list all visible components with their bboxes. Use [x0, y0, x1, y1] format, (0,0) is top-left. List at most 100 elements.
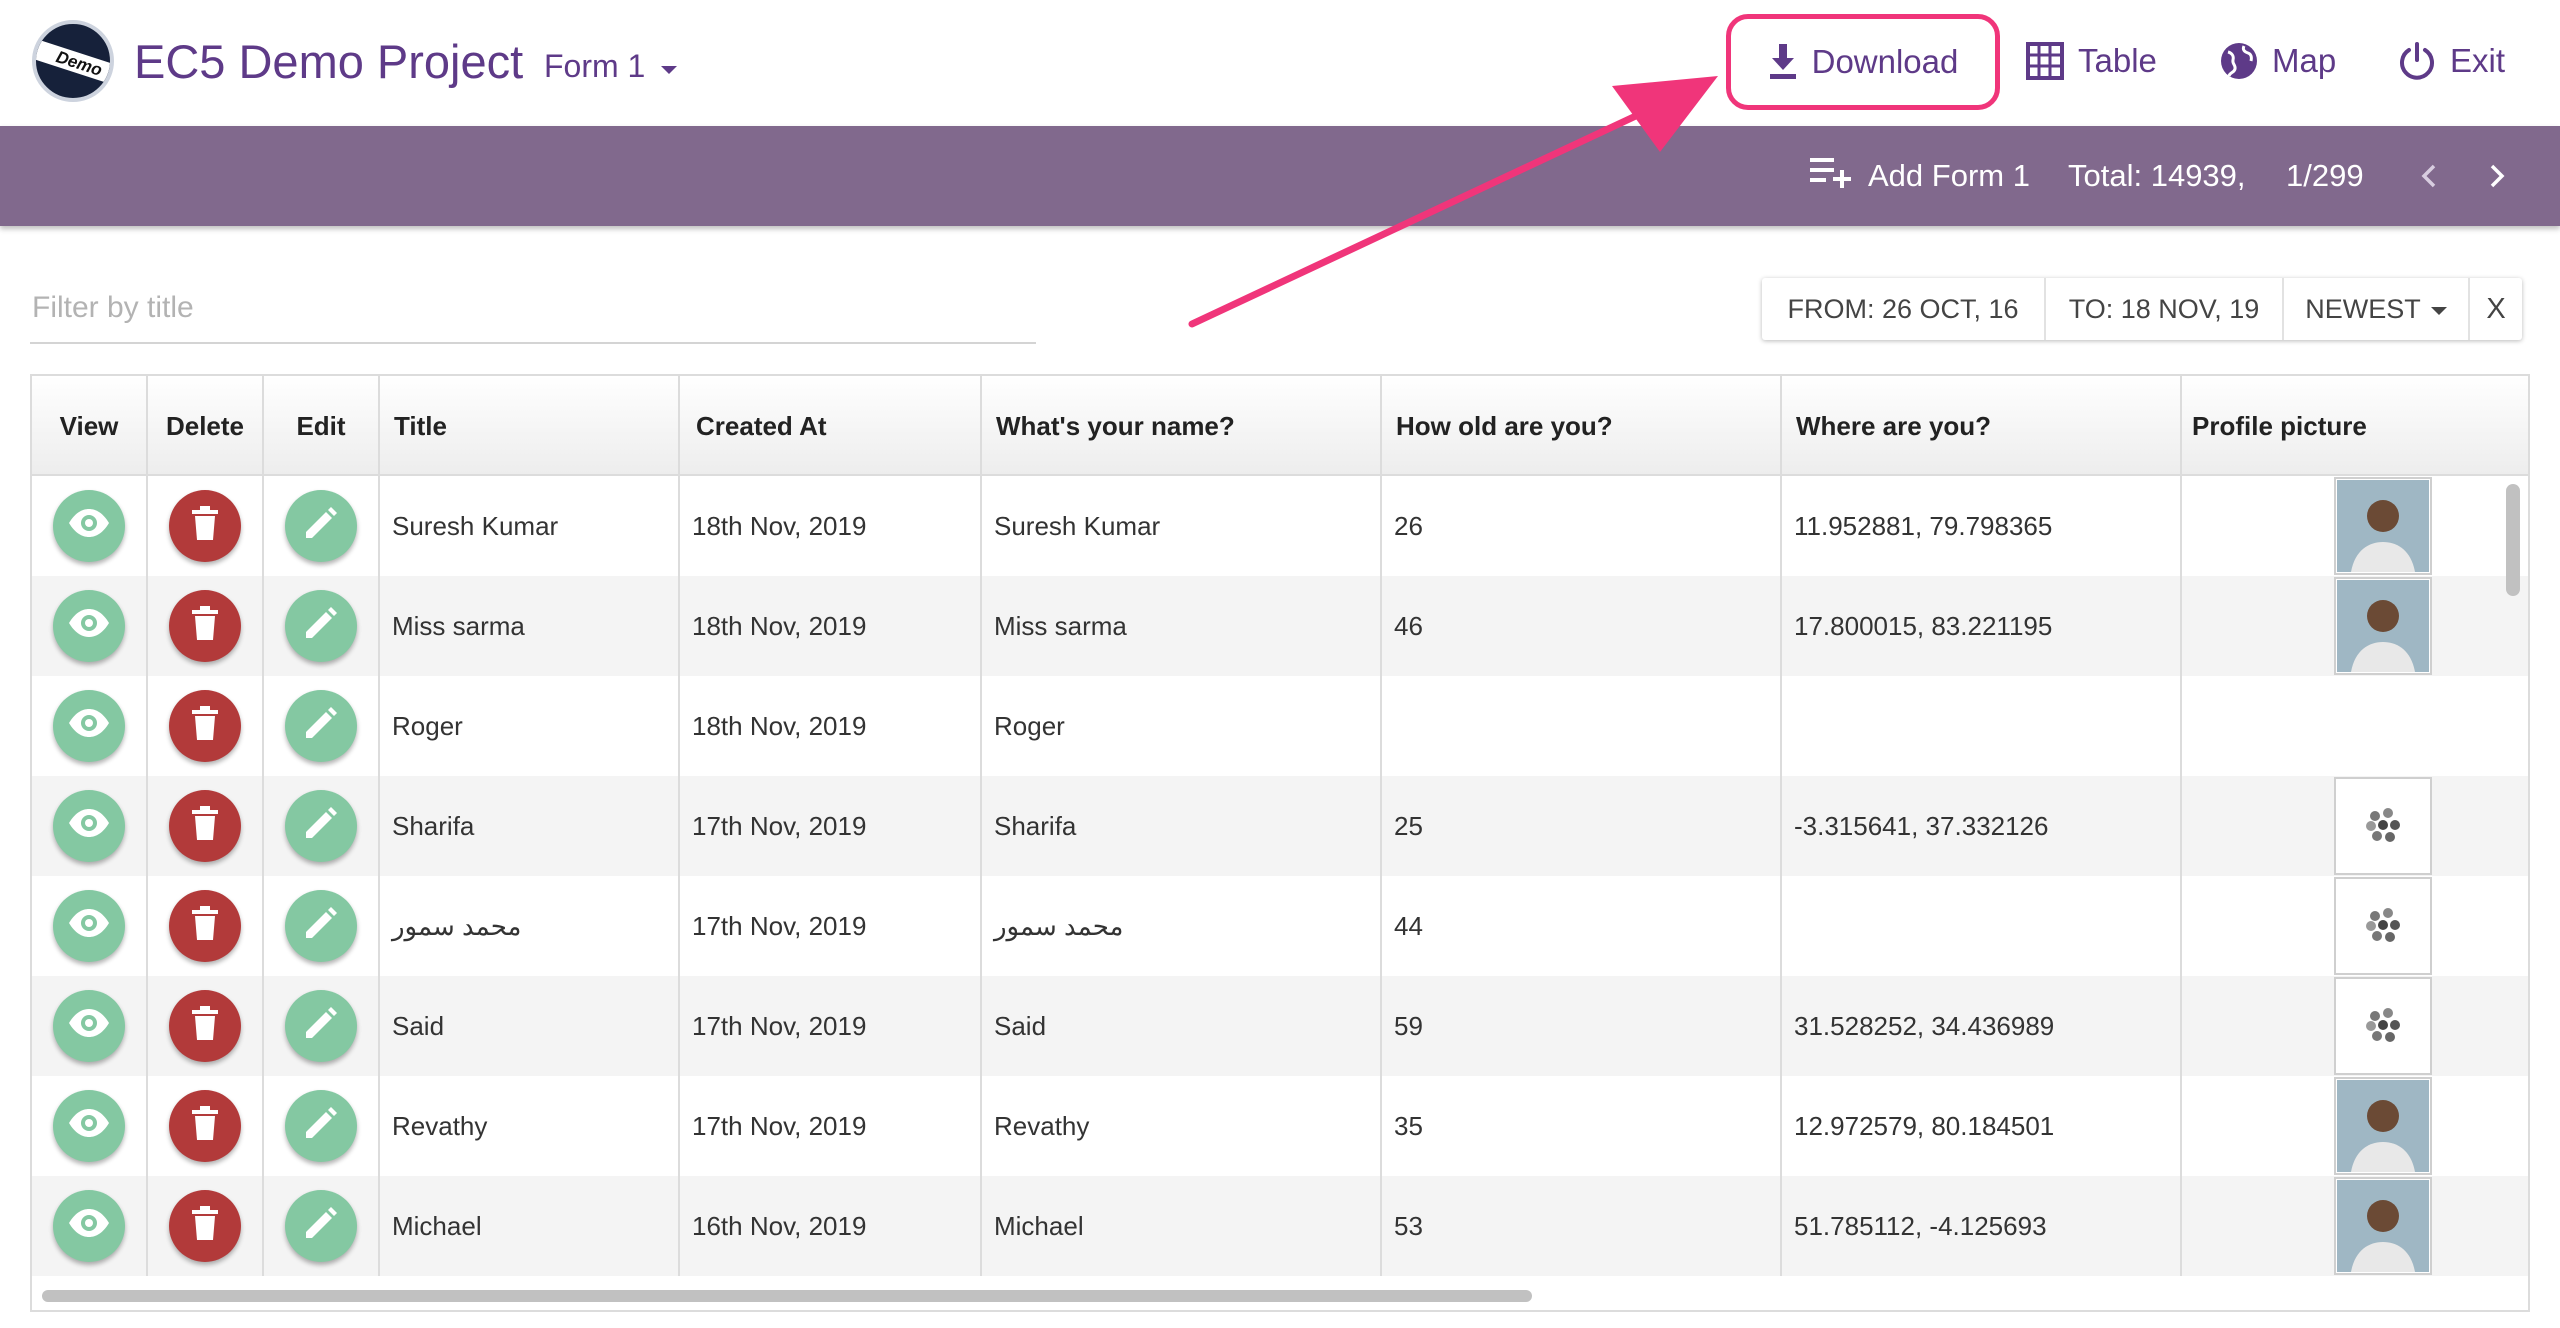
location-cell: -3.315641, 37.332126 [1782, 776, 2182, 876]
view-cell [32, 976, 148, 1076]
view-button[interactable] [53, 590, 125, 662]
name-cell: Roger [982, 676, 1382, 776]
page-indicator: 1/299 [2286, 158, 2364, 193]
created-at-cell: 18th Nov, 2019 [680, 476, 982, 576]
edit-button[interactable] [285, 490, 357, 562]
trash-icon [190, 505, 220, 547]
loading-icon[interactable] [2334, 977, 2432, 1075]
edit-button[interactable] [285, 690, 357, 762]
profile-picture-cell [2182, 1076, 2528, 1176]
view-button[interactable] [53, 1190, 125, 1262]
delete-button[interactable] [169, 790, 241, 862]
profile-thumbnail[interactable] [2334, 1177, 2432, 1275]
map-view-button[interactable]: Map [2220, 30, 2336, 92]
edit-cell [264, 1076, 380, 1176]
form-selector-dropdown[interactable]: Form 1 [544, 48, 678, 85]
clear-filters-button[interactable]: X [2470, 278, 2522, 340]
delete-cell [148, 876, 264, 976]
profile-thumbnail[interactable] [2334, 1077, 2432, 1175]
edit-button[interactable] [285, 890, 357, 962]
title-filter-input[interactable] [30, 274, 1036, 344]
column-header-view[interactable]: View [32, 376, 148, 476]
age-cell: 46 [1382, 576, 1782, 676]
view-button[interactable] [53, 990, 125, 1062]
from-date-button[interactable]: FROM: 26 OCT, 16 [1762, 278, 2046, 340]
table-label: Table [2078, 42, 2157, 79]
edit-button[interactable] [285, 790, 357, 862]
table-body: Suresh Kumar 18th Nov, 2019 Suresh Kumar 26… [32, 476, 2528, 1276]
edit-button[interactable] [285, 590, 357, 662]
name-cell: Michael [982, 1176, 1382, 1276]
view-button[interactable] [53, 690, 125, 762]
delete-button[interactable] [169, 490, 241, 562]
delete-button[interactable] [169, 590, 241, 662]
table-grid-icon [2026, 42, 2064, 80]
view-button[interactable] [53, 1090, 125, 1162]
table-row: Suresh Kumar 18th Nov, 2019 Suresh Kumar 26… [32, 476, 2528, 576]
column-header-delete[interactable]: Delete [148, 376, 264, 476]
profile-thumbnail[interactable] [2334, 577, 2432, 675]
location-cell: 11.952881, 79.798365 [1782, 476, 2182, 576]
column-header-created-at[interactable]: Created At [680, 376, 982, 476]
pencil-icon [304, 606, 338, 647]
edit-cell [264, 576, 380, 676]
chevron-right-icon[interactable] [2476, 154, 2516, 198]
records-toolbar: Add Form 1 Total: 14939, 1/299 [0, 126, 2560, 226]
created-at-cell: 18th Nov, 2019 [680, 576, 982, 676]
chevron-down-icon [661, 65, 678, 74]
title-cell: Roger [380, 676, 680, 776]
delete-button[interactable] [169, 690, 241, 762]
title-cell: Said [380, 976, 680, 1076]
eye-icon [67, 1108, 111, 1145]
delete-cell [148, 1076, 264, 1176]
column-header-profile-picture[interactable]: Profile picture [2182, 376, 2528, 476]
vertical-scrollbar[interactable] [2506, 484, 2520, 596]
delete-button[interactable] [169, 990, 241, 1062]
location-cell [1782, 876, 2182, 976]
project-title[interactable]: EC5 Demo Project [134, 34, 523, 89]
chevron-left-icon[interactable] [2410, 154, 2450, 198]
view-button[interactable] [53, 790, 125, 862]
location-cell [1782, 676, 2182, 776]
add-form-button[interactable]: Add Form 1 [1810, 156, 2030, 196]
table-view-button[interactable]: Table [2026, 30, 2157, 92]
download-button[interactable]: Download [1726, 14, 2000, 110]
view-button[interactable] [53, 890, 125, 962]
column-header-name[interactable]: What's your name? [982, 376, 1382, 476]
name-cell: محمد سمور [982, 876, 1382, 976]
pencil-icon [304, 1206, 338, 1247]
delete-cell [148, 476, 264, 576]
column-header-age[interactable]: How old are you? [1382, 376, 1782, 476]
exit-button[interactable]: Exit [2398, 30, 2505, 92]
delete-button[interactable] [169, 1090, 241, 1162]
edit-button[interactable] [285, 1190, 357, 1262]
column-header-title[interactable]: Title [380, 376, 680, 476]
pencil-icon [304, 906, 338, 947]
project-logo[interactable]: Demo [32, 20, 114, 102]
name-cell: Said [982, 976, 1382, 1076]
profile-picture-cell [2182, 876, 2528, 976]
horizontal-scrollbar[interactable] [42, 1290, 1532, 1302]
column-header-edit[interactable]: Edit [264, 376, 380, 476]
trash-icon [190, 605, 220, 647]
table-row: Michael 16th Nov, 2019 Michael 53 51.785112,… [32, 1176, 2528, 1276]
delete-cell [148, 1176, 264, 1276]
edit-button[interactable] [285, 990, 357, 1062]
sort-order-dropdown[interactable]: NEWEST [2284, 278, 2470, 340]
location-cell: 51.785112, -4.125693 [1782, 1176, 2182, 1276]
profile-picture-cell [2182, 976, 2528, 1076]
created-at-cell: 17th Nov, 2019 [680, 876, 982, 976]
loading-icon[interactable] [2334, 877, 2432, 975]
view-button[interactable] [53, 490, 125, 562]
age-cell: 35 [1382, 1076, 1782, 1176]
loading-icon[interactable] [2334, 777, 2432, 875]
edit-button[interactable] [285, 1090, 357, 1162]
column-header-location[interactable]: Where are you? [1782, 376, 2182, 476]
profile-thumbnail[interactable] [2334, 477, 2432, 575]
to-date-button[interactable]: TO: 18 NOV, 19 [2046, 278, 2284, 340]
age-cell: 59 [1382, 976, 1782, 1076]
delete-button[interactable] [169, 1190, 241, 1262]
delete-button[interactable] [169, 890, 241, 962]
pencil-icon [304, 1106, 338, 1147]
location-cell: 17.800015, 83.221195 [1782, 576, 2182, 676]
